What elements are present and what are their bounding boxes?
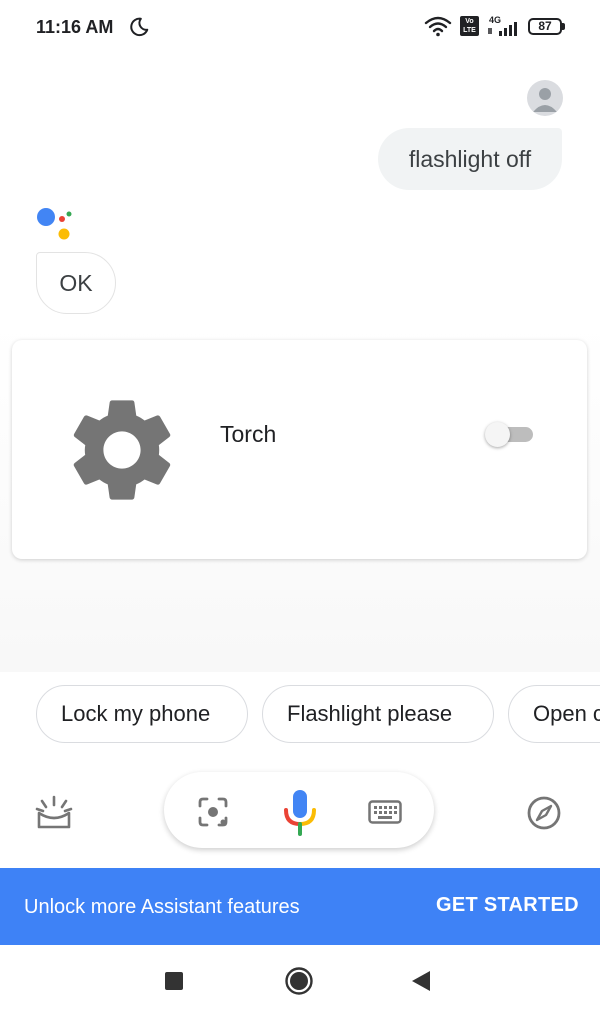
back-icon[interactable] — [410, 970, 432, 992]
keyboard-icon[interactable] — [368, 800, 402, 824]
recents-icon[interactable] — [165, 972, 183, 990]
suggestion-chip-flashlight[interactable]: Flashlight please — [262, 685, 494, 743]
signal-icon: 4G — [488, 15, 517, 36]
gear-icon — [73, 400, 171, 500]
compass-icon[interactable] — [526, 795, 562, 831]
volte-icon: Vo LTE — [460, 16, 479, 36]
moon-icon — [130, 17, 149, 37]
wifi-icon — [424, 16, 452, 37]
network-type-label: 4G — [489, 15, 501, 25]
user-message-bubble: flashlight off — [378, 128, 562, 190]
toggle-thumb — [485, 422, 510, 447]
lens-icon[interactable] — [196, 795, 230, 829]
assistant-reply-bubble: OK — [36, 252, 116, 314]
user-avatar[interactable] — [527, 80, 563, 116]
torch-label: Torch — [220, 421, 277, 447]
person-icon — [533, 88, 557, 112]
suggestion-chip-lock-phone[interactable]: Lock my phone — [36, 685, 248, 743]
battery-nub — [562, 23, 565, 30]
torch-toggle[interactable] — [485, 422, 535, 447]
get-started-button[interactable]: GET STARTED — [436, 894, 579, 917]
screenshot-icon[interactable] — [34, 793, 74, 833]
suggestion-chip-open-camera[interactable]: Open camera — [508, 685, 600, 743]
banner-text: Unlock more Assistant features — [24, 896, 300, 918]
battery-icon: 87 — [528, 18, 562, 35]
status-time: 11:16 AM — [36, 17, 114, 37]
suggestion-chips: Lock my phone Flashlight please Open cam… — [0, 672, 600, 762]
mic-icon[interactable] — [280, 788, 320, 836]
google-assistant-icon — [37, 208, 72, 240]
home-icon[interactable] — [284, 966, 314, 996]
